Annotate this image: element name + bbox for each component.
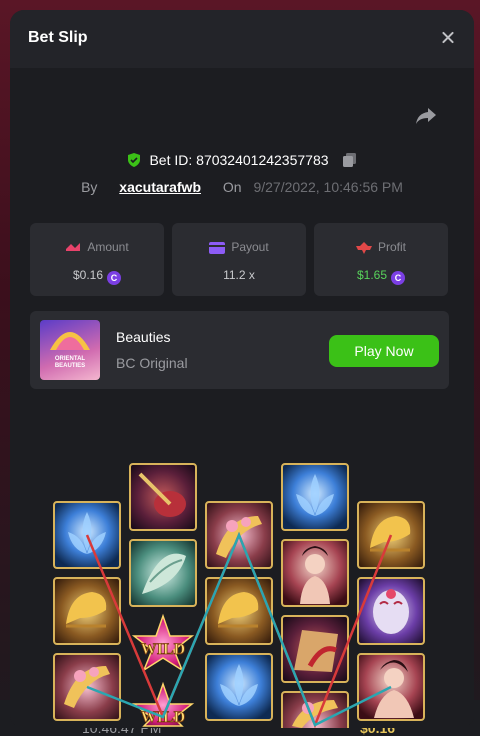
payout-label-row: Payout — [172, 240, 306, 254]
amount-value: $0.16 — [72, 268, 104, 282]
share-icon[interactable] — [414, 106, 438, 126]
payout-label: Payout — [231, 240, 269, 254]
coin-icon: C — [107, 271, 122, 285]
card-icon — [209, 242, 226, 254]
profit-label: Profit — [377, 240, 406, 254]
bet-id-row: Bet ID: 87032401242357783 — [10, 152, 474, 168]
blue-lotus-symbol — [205, 653, 273, 721]
game-row: ORIENTAL BEAUTIES Beauties BC Original P… — [30, 311, 449, 389]
modal-title: Bet Slip — [28, 29, 88, 46]
copy-icon[interactable] — [342, 153, 357, 167]
reel-4 — [281, 463, 349, 728]
by-label: By — [81, 179, 98, 195]
lute-symbol — [129, 463, 197, 531]
bet-slip-modal: Bet Slip Bet ID: 87032401242357783 By xa… — [10, 10, 474, 728]
payout-card: Payout 11.2 x — [172, 223, 306, 296]
modal-header: Bet Slip — [10, 10, 474, 68]
amount-label: Amount — [87, 240, 129, 254]
close-icon[interactable] — [440, 30, 456, 46]
fan-icon — [50, 332, 90, 350]
wild-symbol: WILD — [131, 613, 195, 672]
profit-value: $1.65 — [356, 268, 388, 282]
play-now-button[interactable]: Play Now — [329, 335, 439, 367]
amount-card: Amount $0.16 C — [30, 223, 164, 296]
amount-icon — [66, 243, 81, 251]
user-link[interactable]: xacutarafwb — [119, 179, 201, 195]
wild-label: WILD — [141, 641, 185, 658]
bet-date: 9/27/2022, 10:46:56 PM — [253, 179, 403, 195]
amount-label-row: Amount — [30, 240, 164, 254]
on-label: On — [222, 179, 242, 195]
fan-symbol — [129, 539, 197, 607]
mask-symbol — [357, 577, 425, 645]
reel-2: WILD WILD — [129, 463, 197, 727]
amount-value-row: $0.16 C — [30, 268, 164, 285]
verified-shield-icon — [128, 153, 141, 167]
slot-result-grid: WILD WILD — [10, 404, 474, 728]
profit-card: Profit $1.65 C — [314, 223, 448, 296]
profit-value-row: $1.65 C — [314, 268, 448, 285]
lady-symbol — [281, 539, 349, 607]
payout-value: 11.2 x — [223, 268, 255, 282]
bet-id-label: Bet ID: — [149, 152, 193, 168]
game-thumbnail[interactable]: ORIENTAL BEAUTIES — [40, 320, 100, 380]
bet-meta-row: By xacutarafwb On 9/27/2022, 10:46:56 PM — [10, 179, 474, 195]
game-thumb-text: ORIENTAL BEAUTIES — [54, 356, 86, 369]
modal-body: Bet ID: 87032401242357783 By xacutarafwb… — [10, 68, 474, 728]
red-fan-symbol — [281, 615, 349, 683]
blue-lotus-symbol — [281, 463, 349, 531]
bet-id-value: 87032401242357783 — [196, 152, 329, 168]
coin-icon: C — [391, 271, 406, 285]
game-provider: BC Original — [116, 355, 188, 371]
profit-label-row: Profit — [314, 240, 448, 254]
game-name: Beauties — [116, 329, 171, 345]
profit-icon — [355, 242, 372, 254]
